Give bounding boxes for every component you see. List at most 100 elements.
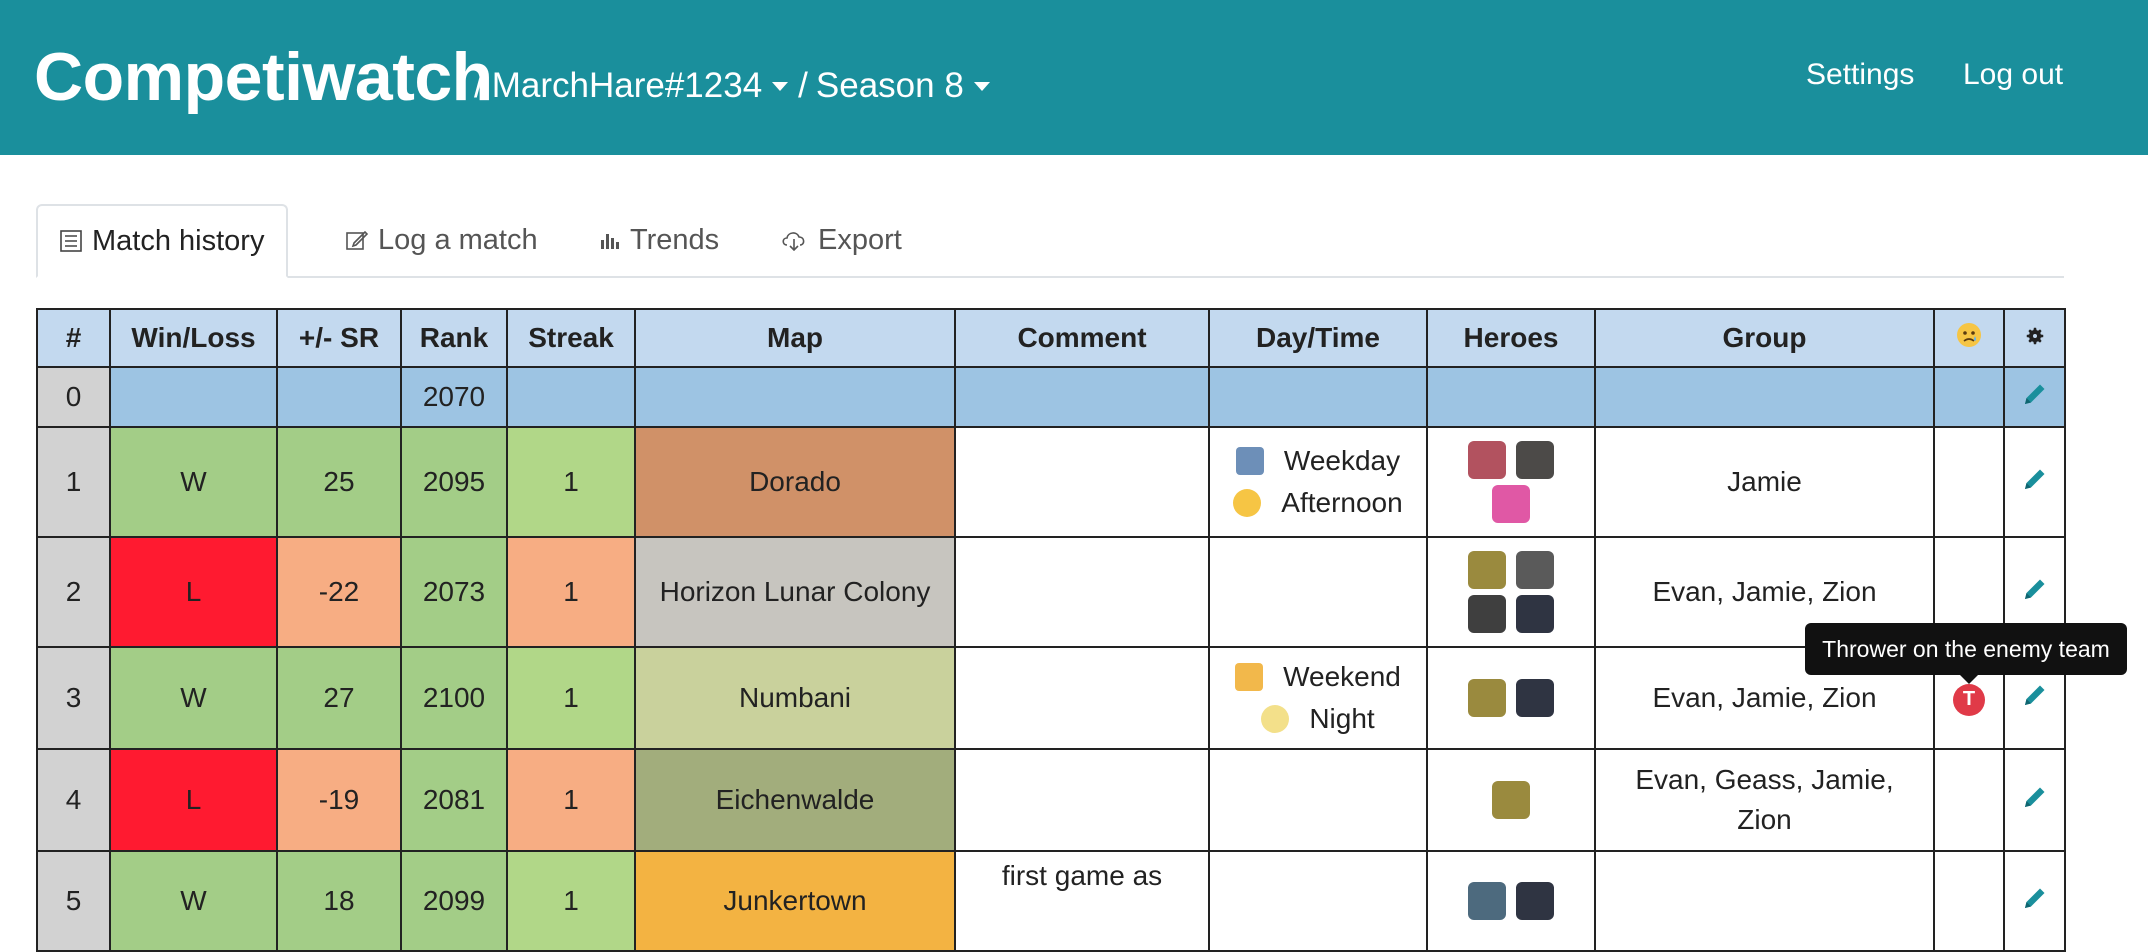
settings-link[interactable]: Settings <box>1806 58 1914 92</box>
pencil-icon[interactable] <box>2022 682 2048 715</box>
pencil-icon[interactable] <box>2022 576 2048 609</box>
pencil-icon[interactable] <box>2022 466 2048 499</box>
group-cell <box>1594 850 1935 952</box>
day-time-cell: Weekend Night <box>1208 646 1428 750</box>
win-loss-cell: W <box>109 646 278 750</box>
pencil-icon[interactable] <box>2022 784 2048 817</box>
col-header-group[interactable]: Group <box>1594 308 1935 368</box>
sr-cell: 25 <box>276 426 402 538</box>
hero-reaper-icon <box>1516 595 1554 633</box>
streak-cell: 1 <box>506 536 636 648</box>
tab-trends[interactable]: Trends <box>578 204 741 276</box>
chevron-down-icon <box>772 81 789 91</box>
col-header-streak[interactable]: Streak <box>506 308 636 368</box>
heroes-cell <box>1426 366 1596 428</box>
pencil-icon[interactable] <box>2022 885 2048 918</box>
match-number: 0 <box>36 366 111 428</box>
hero-roadhog-icon <box>1468 595 1506 633</box>
table-row: 3 W 27 2100 1 Numbani Weekend Night Evan… <box>36 646 2066 750</box>
breadcrumb: / MarchHare#1234 / Season 8 <box>474 66 1000 106</box>
table-row: 0 2070 <box>36 366 2066 428</box>
account-dropdown[interactable]: MarchHare#1234 <box>492 66 798 106</box>
hero-roadhog-icon <box>1516 441 1554 479</box>
table-row: 4 L -19 2081 1 Eichenwalde Evan, Geass, … <box>36 748 2066 852</box>
tab-match-history[interactable]: Match history <box>36 204 289 278</box>
streak-cell: 1 <box>506 426 636 538</box>
tab-label: Export <box>818 223 902 256</box>
sunglasses-emoji-icon <box>1233 489 1262 517</box>
brand-logo[interactable]: Competiwatch <box>34 38 493 116</box>
match-number: 1 <box>36 426 111 538</box>
comment-cell: first game as <box>954 850 1210 952</box>
col-header-map[interactable]: Map <box>634 308 956 368</box>
col-header-day-time[interactable]: Day/Time <box>1208 308 1428 368</box>
hero-junkrat-icon <box>1468 551 1506 589</box>
match-history-table: # Win/Loss +/- SR Rank Streak Map Commen… <box>36 308 2066 952</box>
heroes-cell <box>1426 748 1596 852</box>
col-header-win-loss[interactable]: Win/Loss <box>109 308 278 368</box>
rank-cell: 2095 <box>400 426 508 538</box>
edit-cell <box>2003 426 2066 538</box>
col-header-comment[interactable]: Comment <box>954 308 1210 368</box>
col-header-heroes[interactable]: Heroes <box>1426 308 1596 368</box>
day-time-cell <box>1208 850 1428 952</box>
moon-face-emoji-icon <box>1261 705 1290 733</box>
tab-label: Log a match <box>378 223 538 256</box>
map-cell: Junkertown <box>634 850 956 952</box>
flags-cell <box>1933 426 2005 538</box>
time-label: Night <box>1309 703 1375 734</box>
win-loss-cell: W <box>109 850 278 952</box>
hero-dva-icon <box>1468 441 1506 479</box>
thrower-tooltip: Thrower on the enemy team <box>1805 623 2127 684</box>
table-row: 5 W 18 2099 1 Junkertown first game as <box>36 850 2066 952</box>
comment-cell <box>954 366 1210 428</box>
breadcrumb-separator: / <box>798 66 808 105</box>
season-name: Season 8 <box>815 66 964 105</box>
day-time-cell <box>1208 536 1428 648</box>
win-loss-cell: L <box>109 536 278 648</box>
hero-zarya-icon <box>1492 485 1530 523</box>
streak-cell: 1 <box>506 748 636 852</box>
party-popper-emoji-icon <box>1235 663 1264 691</box>
day-label: Weekend <box>1283 661 1401 692</box>
heroes-cell <box>1426 646 1596 750</box>
heroes-cell <box>1426 426 1596 538</box>
flags-cell <box>1933 748 2005 852</box>
logout-link[interactable]: Log out <box>1963 58 2063 92</box>
win-loss-cell: L <box>109 748 278 852</box>
group-cell <box>1594 366 1935 428</box>
comment-cell <box>954 748 1210 852</box>
flags-cell <box>1933 366 2005 428</box>
hero-reaper-icon <box>1516 679 1554 717</box>
tab-log-a-match[interactable]: Log a match <box>324 204 560 276</box>
pencil-icon[interactable] <box>2022 381 2048 414</box>
map-cell: Eichenwalde <box>634 748 956 852</box>
edit-cell <box>2003 850 2066 952</box>
day-time-cell <box>1208 366 1428 428</box>
sr-cell: 27 <box>276 646 402 750</box>
match-number: 4 <box>36 748 111 852</box>
col-header-settings[interactable] <box>2003 308 2066 368</box>
comment-cell <box>954 426 1210 538</box>
season-dropdown[interactable]: Season 8 <box>816 66 1000 106</box>
table-header-row: # Win/Loss +/- SR Rank Streak Map Commen… <box>36 308 2066 368</box>
tab-bar: Match history Log a match Trends Export <box>36 204 2064 278</box>
flags-cell <box>1933 850 2005 952</box>
win-loss-cell: W <box>109 426 278 538</box>
edit-cell <box>2003 366 2066 428</box>
hero-junkrat-icon <box>1492 781 1530 819</box>
tab-export[interactable]: Export <box>758 204 924 276</box>
col-header-number[interactable]: # <box>36 308 111 368</box>
comment-cell <box>954 536 1210 648</box>
thrower-badge[interactable]: T <box>1953 683 1985 716</box>
heroes-cell <box>1426 850 1596 952</box>
col-header-rank[interactable]: Rank <box>400 308 508 368</box>
sr-cell: -19 <box>276 748 402 852</box>
gear-icon <box>2024 322 2046 353</box>
col-header-sr[interactable]: +/- SR <box>276 308 402 368</box>
match-number: 5 <box>36 850 111 952</box>
group-cell: Jamie <box>1594 426 1935 538</box>
table-row: 1 W 25 2095 1 Dorado Weekday Afternoon J… <box>36 426 2066 538</box>
map-cell <box>634 366 956 428</box>
win-loss-cell <box>109 366 278 428</box>
